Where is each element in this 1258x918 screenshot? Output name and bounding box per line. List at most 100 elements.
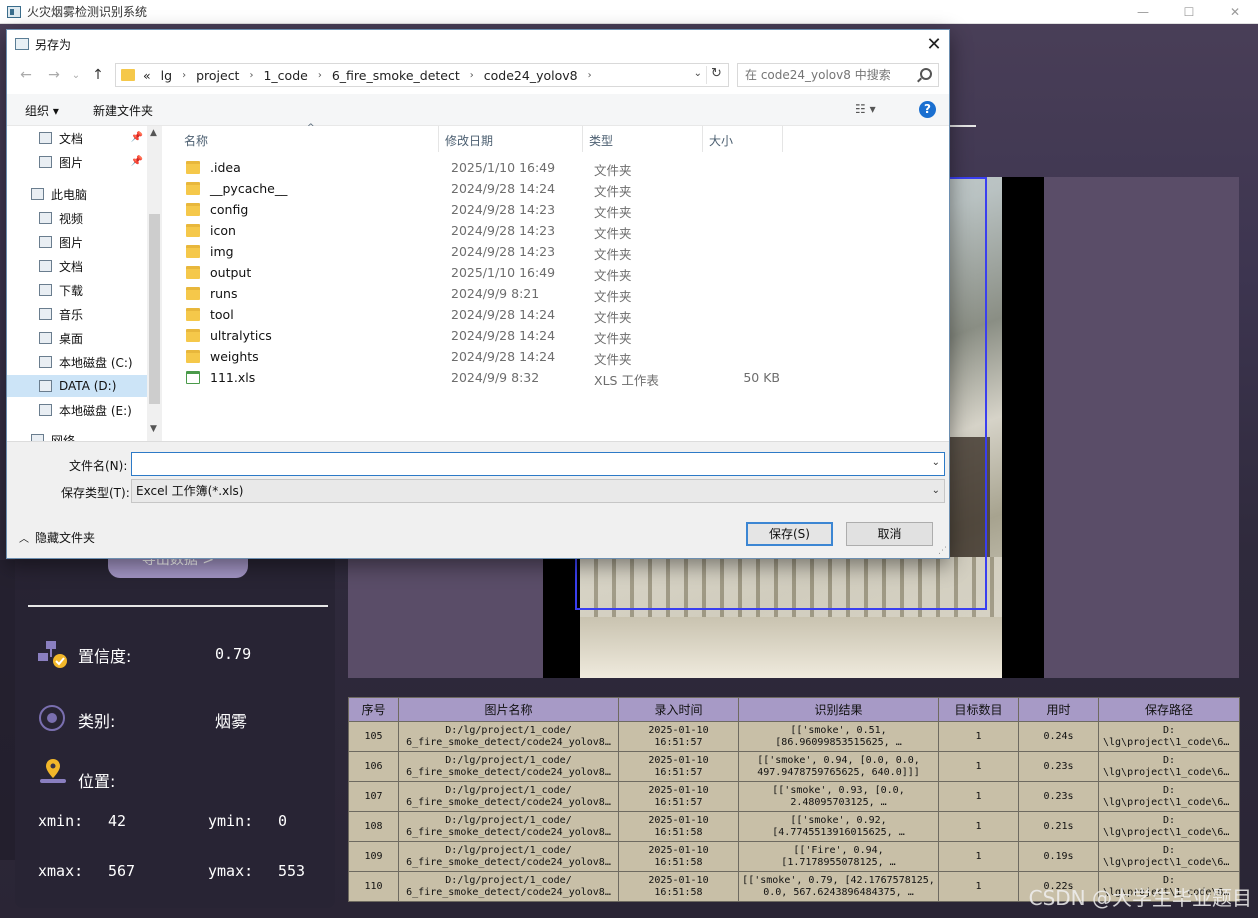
- cell-duration[interactable]: 0.23s: [1018, 781, 1099, 812]
- nav-item[interactable]: 桌面: [7, 327, 147, 349]
- search-icon[interactable]: [920, 68, 932, 80]
- cell-image-name[interactable]: D:/lg/project/1_code/6_fire_smoke_detect…: [398, 811, 619, 842]
- resize-grip-icon[interactable]: ⋰: [938, 546, 947, 556]
- nav-item[interactable]: 音乐: [7, 303, 147, 325]
- dialog-close-button[interactable]: ✕: [919, 30, 949, 58]
- cell-image-name[interactable]: D:/lg/project/1_code/6_fire_smoke_detect…: [398, 871, 619, 902]
- cell-id[interactable]: 110: [348, 871, 399, 902]
- column-header[interactable]: 识别结果: [738, 697, 939, 722]
- table-row[interactable]: 107 D:/lg/project/1_code/6_fire_smoke_det…: [348, 781, 1240, 812]
- scroll-down-icon[interactable]: ▼: [150, 424, 157, 434]
- search-input[interactable]: [738, 64, 908, 86]
- cell-result[interactable]: [['smoke', 0.92, [4.7745513916015625, …: [738, 811, 939, 842]
- new-folder-button[interactable]: 新建文件夹: [93, 102, 153, 119]
- breadcrumb-item[interactable]: lg: [161, 68, 172, 83]
- cell-image-name[interactable]: D:/lg/project/1_code/6_fire_smoke_detect…: [398, 781, 619, 812]
- nav-item[interactable]: 网络: [7, 429, 147, 441]
- cell-image-name[interactable]: D:/lg/project/1_code/6_fire_smoke_detect…: [398, 721, 619, 752]
- chevron-right-icon[interactable]: ›: [318, 70, 322, 81]
- table-row[interactable]: 108 D:/lg/project/1_code/6_fire_smoke_det…: [348, 811, 1240, 842]
- cell-save-path[interactable]: D: \lg\project\1_code\6…: [1098, 721, 1240, 752]
- file-row[interactable]: icon 2024/9/28 14:23 文件夹: [182, 221, 802, 242]
- cell-target-count[interactable]: 1: [938, 871, 1019, 902]
- navigation-pane-scrollbar[interactable]: ▲ ▼: [147, 126, 162, 441]
- close-button[interactable]: ✕: [1212, 0, 1258, 24]
- cell-id[interactable]: 105: [348, 721, 399, 752]
- cell-entry-time[interactable]: 2025-01-10 16:51:57: [618, 721, 739, 752]
- file-row[interactable]: .idea 2025/1/10 16:49 文件夹: [182, 158, 802, 179]
- cell-result[interactable]: [['smoke', 0.93, [0.0, 2.48095703125, …: [738, 781, 939, 812]
- cell-entry-time[interactable]: 2025-01-10 16:51:58: [618, 811, 739, 842]
- cell-target-count[interactable]: 1: [938, 811, 1019, 842]
- cancel-button[interactable]: 取消: [846, 522, 933, 546]
- filetype-select[interactable]: Excel 工作簿(*.xls) ⌄: [131, 479, 945, 503]
- search-box[interactable]: [737, 63, 939, 87]
- breadcrumb-overflow[interactable]: «: [143, 68, 151, 83]
- nav-item[interactable]: 文档 📌: [7, 127, 147, 149]
- cell-result[interactable]: [['smoke', 0.94, [0.0, 0.0, 497.947875976…: [738, 751, 939, 782]
- minimize-button[interactable]: —: [1120, 0, 1166, 24]
- refresh-icon[interactable]: ↻: [706, 66, 726, 84]
- cell-save-path[interactable]: D: \lg\project\1_code\6…: [1098, 841, 1240, 872]
- chevron-down-icon[interactable]: ⌄: [932, 480, 940, 502]
- column-header[interactable]: 用时: [1018, 697, 1099, 722]
- breadcrumb-item[interactable]: project: [196, 68, 239, 83]
- organize-menu[interactable]: 组织 ▾: [25, 102, 59, 119]
- nav-item[interactable]: 下载: [7, 279, 147, 301]
- nav-item[interactable]: 此电脑: [7, 183, 147, 205]
- cell-result[interactable]: [['smoke', 0.51, [86.96099853515625, …: [738, 721, 939, 752]
- file-row[interactable]: img 2024/9/28 14:23 文件夹: [182, 242, 802, 263]
- file-row[interactable]: output 2025/1/10 16:49 文件夹: [182, 263, 802, 284]
- cell-save-path[interactable]: D: \lg\project\1_code\6…: [1098, 811, 1240, 842]
- file-row[interactable]: __pycache__ 2024/9/28 14:24 文件夹: [182, 179, 802, 200]
- view-options-icon[interactable]: ☷ ▾: [855, 102, 876, 116]
- file-row[interactable]: ultralytics 2024/9/28 14:24 文件夹: [182, 326, 802, 347]
- chevron-right-icon[interactable]: ›: [470, 70, 474, 81]
- up-arrow-icon[interactable]: ↑: [89, 66, 107, 84]
- breadcrumb-item[interactable]: 1_code: [263, 68, 307, 83]
- column-date[interactable]: 修改日期: [445, 132, 493, 149]
- nav-item[interactable]: 图片 📌: [7, 151, 147, 173]
- cell-id[interactable]: 107: [348, 781, 399, 812]
- forward-arrow-icon[interactable]: →: [45, 66, 63, 84]
- maximize-button[interactable]: ☐: [1166, 0, 1212, 24]
- file-row[interactable]: 111.xls 2024/9/9 8:32 XLS 工作表 50 KB: [182, 368, 802, 389]
- chevron-down-icon[interactable]: ⌄: [694, 68, 702, 79]
- nav-item[interactable]: 文档: [7, 255, 147, 277]
- scroll-thumb[interactable]: [149, 214, 160, 404]
- cell-duration[interactable]: 0.24s: [1018, 721, 1099, 752]
- file-row[interactable]: tool 2024/9/28 14:24 文件夹: [182, 305, 802, 326]
- back-arrow-icon[interactable]: ←: [17, 66, 35, 84]
- recent-locations-icon[interactable]: ⌄: [67, 66, 85, 84]
- table-row[interactable]: 105 D:/lg/project/1_code/6_fire_smoke_det…: [348, 721, 1240, 752]
- cell-target-count[interactable]: 1: [938, 751, 1019, 782]
- table-row[interactable]: 109 D:/lg/project/1_code/6_fire_smoke_det…: [348, 841, 1240, 872]
- cell-save-path[interactable]: D: \lg\project\1_code\6…: [1098, 751, 1240, 782]
- cell-id[interactable]: 108: [348, 811, 399, 842]
- cell-save-path[interactable]: D: \lg\project\1_code\6…: [1098, 781, 1240, 812]
- hide-folders-toggle[interactable]: ︿ 隐藏文件夹: [19, 529, 95, 546]
- cell-duration[interactable]: 0.21s: [1018, 811, 1099, 842]
- cell-entry-time[interactable]: 2025-01-10 16:51:57: [618, 751, 739, 782]
- column-header[interactable]: 保存路径: [1098, 697, 1240, 722]
- address-bar[interactable]: « lg › project › 1_code › 6_fire_smoke_d…: [115, 63, 729, 87]
- cell-image-name[interactable]: D:/lg/project/1_code/6_fire_smoke_detect…: [398, 841, 619, 872]
- breadcrumb-item[interactable]: 6_fire_smoke_detect: [332, 68, 460, 83]
- cell-id[interactable]: 106: [348, 751, 399, 782]
- file-row[interactable]: runs 2024/9/9 8:21 文件夹: [182, 284, 802, 305]
- cell-result[interactable]: [['Fire', 0.94, [1.7178955078125, …: [738, 841, 939, 872]
- column-header[interactable]: 图片名称: [398, 697, 619, 722]
- column-header[interactable]: 录入时间: [618, 697, 739, 722]
- chevron-right-icon[interactable]: ›: [588, 70, 592, 81]
- cell-target-count[interactable]: 1: [938, 781, 1019, 812]
- cell-duration[interactable]: 0.23s: [1018, 751, 1099, 782]
- cell-target-count[interactable]: 1: [938, 721, 1019, 752]
- cell-image-name[interactable]: D:/lg/project/1_code/6_fire_smoke_detect…: [398, 751, 619, 782]
- filename-field[interactable]: ⌄: [131, 452, 945, 476]
- cell-entry-time[interactable]: 2025-01-10 16:51:58: [618, 841, 739, 872]
- file-row[interactable]: weights 2024/9/28 14:24 文件夹: [182, 347, 802, 368]
- nav-item[interactable]: 本地磁盘 (E:): [7, 399, 147, 421]
- cell-entry-time[interactable]: 2025-01-10 16:51:57: [618, 781, 739, 812]
- cell-result[interactable]: [['smoke', 0.79, [42.1767578125, 0.0, 567…: [738, 871, 939, 902]
- filename-input[interactable]: [132, 453, 922, 475]
